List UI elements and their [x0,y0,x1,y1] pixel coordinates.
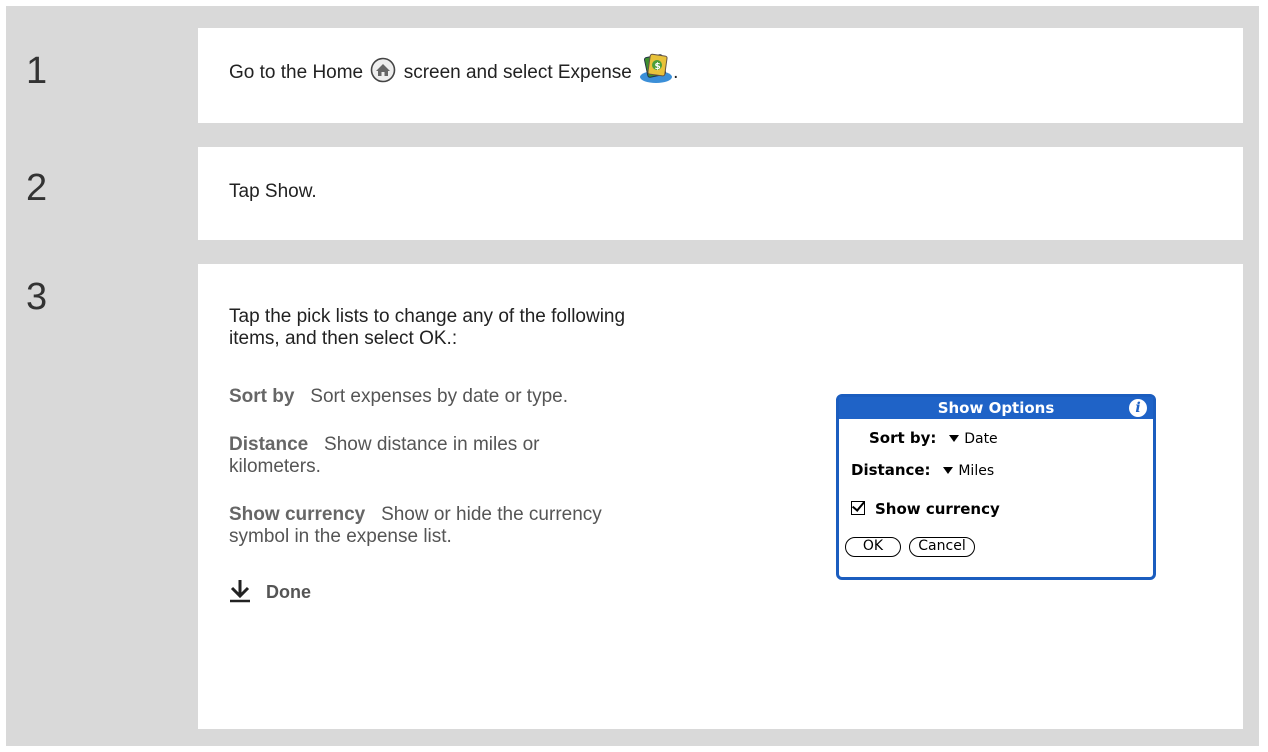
option-show-currency: Show currency Show or hide the currency … [229,504,602,548]
triangle-dropdown-icon [943,467,954,474]
option-desc: symbol in the expense list. [229,526,452,547]
step-body: Tap the pick lists to change any of the … [198,264,1243,729]
done-marker: Done [229,579,312,603]
down-arrow-icon [229,579,251,603]
dialog-title: Show Options [937,399,1055,417]
sort-by-picker[interactable]: Date [941,429,998,447]
svg-text:$: $ [655,62,661,72]
show-options-dialog: Show Options i Sort by: Date Distance: M… [836,394,1156,580]
intro-line: items, and then select OK.: [229,328,458,349]
option-desc: Show or hide the currency [381,504,602,525]
dialog-title-bar: Show Options i [839,397,1153,419]
step-body: Tap Show. [198,147,1243,240]
ok-button[interactable]: OK [845,537,901,557]
step-2: 2 Tap Show. [6,147,1259,240]
step-1-text-b: screen and select Expense [403,62,632,84]
step-1-text-a: Go to the Home [229,62,364,84]
distance-row: Distance: Miles [851,461,994,479]
sort-by-row: Sort by: Date [869,429,998,447]
sort-by-label: Sort by: [869,429,937,447]
cancel-button[interactable]: Cancel [909,537,975,557]
step-number: 3 [26,276,48,318]
option-sort-by: Sort by Sort expenses by date or type. [229,386,568,408]
option-desc: kilometers. [229,456,321,477]
step-2-text: Tap Show. [229,181,317,202]
step-number: 1 [26,50,48,92]
instruction-panel: 1 Go to the Home screen and select Expen… [6,6,1259,746]
done-label: Done [266,582,312,602]
step-1-text-c: . [673,62,679,84]
option-term: Show currency [229,504,366,525]
distance-picker[interactable]: Miles [935,461,994,479]
option-distance: Distance Show distance in miles or kilom… [229,434,539,478]
option-desc: Sort expenses by date or type. [310,386,569,407]
step-3-intro: Tap the pick lists to change any of the … [229,306,625,350]
step-3: 3 Tap the pick lists to change any of th… [6,264,1259,729]
show-currency-row[interactable]: Show currency [851,500,1000,518]
option-term: Distance [229,434,309,455]
step-number: 2 [26,167,48,209]
checkbox-checked-icon[interactable] [851,501,865,515]
step-1-text: Go to the Home screen and select Expense [229,53,679,84]
option-desc: Show distance in miles or [324,434,540,455]
option-term: Sort by [229,386,295,407]
home-icon [370,57,396,83]
sort-by-value: Date [964,431,998,447]
step-1: 1 Go to the Home screen and select Expen… [6,28,1259,123]
expense-app-icon: $ [639,52,673,84]
distance-label: Distance: [851,461,931,479]
info-icon[interactable]: i [1129,399,1147,417]
show-currency-label: Show currency [875,500,1000,518]
distance-value: Miles [958,463,995,479]
intro-line: Tap the pick lists to change any of the … [229,306,626,327]
triangle-dropdown-icon [949,435,960,442]
step-body: Go to the Home screen and select Expense [198,28,1243,123]
